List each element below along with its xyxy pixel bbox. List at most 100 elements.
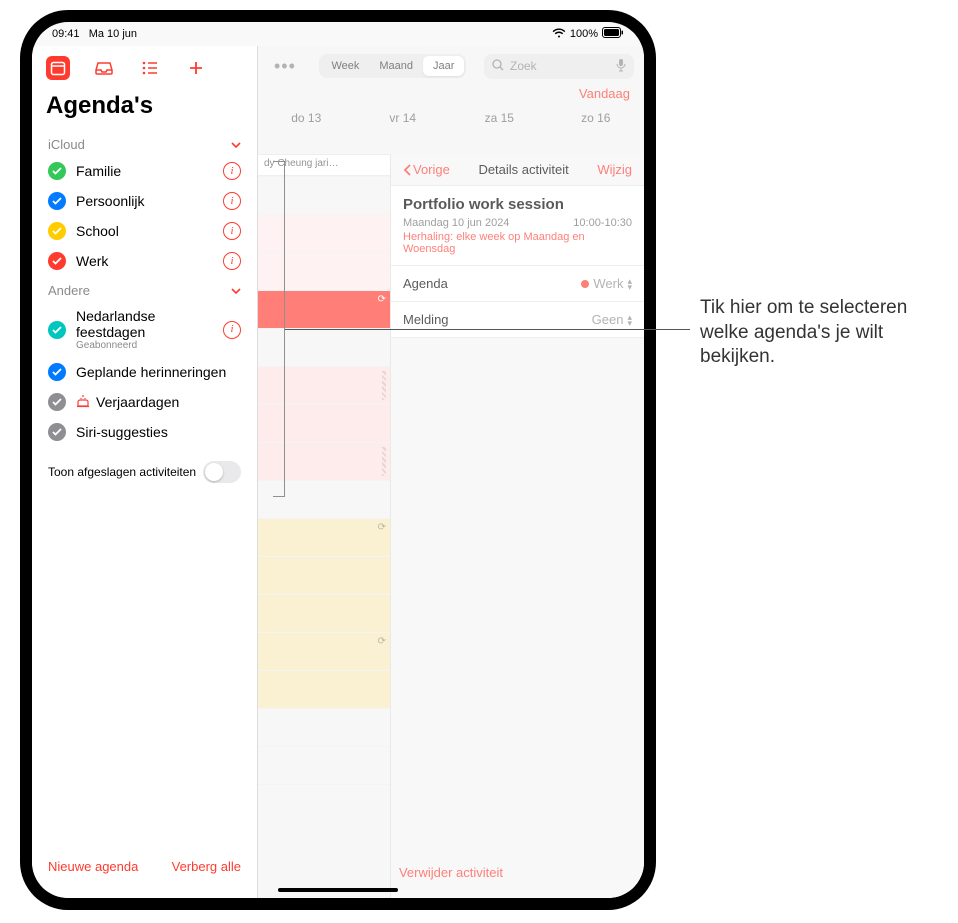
calendar-label: Familie bbox=[76, 163, 213, 179]
hide-all-button[interactable]: Verberg alle bbox=[172, 859, 241, 874]
calendar-label: School bbox=[76, 223, 213, 239]
detail-row-agenda[interactable]: Agenda Werk ▴▾ bbox=[391, 266, 644, 302]
view-segmented-control[interactable]: Week Maand Jaar bbox=[319, 54, 466, 78]
check-icon bbox=[48, 162, 66, 180]
repeat-icon: ⟳ bbox=[378, 294, 386, 305]
repeat-icon: ⟳ bbox=[378, 522, 386, 533]
battery-icon bbox=[602, 27, 624, 41]
callout-bracket bbox=[273, 161, 285, 497]
more-icon[interactable]: ••• bbox=[268, 56, 302, 77]
calendar-color-dot bbox=[581, 280, 589, 288]
edit-button[interactable]: Wijzig bbox=[597, 162, 632, 177]
calendar-label: Persoonlijk bbox=[76, 193, 213, 209]
sidebar-toolbar bbox=[32, 46, 257, 86]
sidebar-footer: Nieuwe agenda Verberg alle bbox=[32, 845, 257, 898]
calendar-sublabel: Geabonneerd bbox=[76, 340, 213, 351]
search-field[interactable]: Zoek bbox=[484, 54, 634, 79]
section-header[interactable]: iCloud bbox=[32, 130, 257, 156]
slot[interactable]: ⟳ bbox=[258, 632, 390, 670]
slot[interactable] bbox=[258, 746, 390, 784]
sidebar: Agenda's iCloudFamilieiPersoonlijkiSchoo… bbox=[32, 46, 258, 898]
calendar-item[interactable]: Familie i bbox=[32, 156, 257, 186]
row-value: Geen bbox=[592, 312, 624, 327]
event-recurrence: Herhaling: elke week op Maandag en Woens… bbox=[403, 231, 632, 255]
calendar-item[interactable]: Verjaardagen bbox=[32, 387, 257, 417]
event-date: Maandag 10 jun 2024 bbox=[403, 217, 509, 229]
slot[interactable] bbox=[258, 670, 390, 708]
status-time: 09:41 bbox=[52, 28, 80, 40]
calendar-label: Siri-suggesties bbox=[76, 424, 241, 440]
section-name: Andere bbox=[48, 283, 90, 298]
calendar-item[interactable]: Schooli bbox=[32, 216, 257, 246]
info-icon[interactable]: i bbox=[223, 321, 241, 339]
callout-line bbox=[285, 329, 690, 330]
seg-month[interactable]: Maand bbox=[369, 56, 423, 76]
detail-title: Details activiteit bbox=[478, 162, 568, 177]
slot[interactable] bbox=[258, 784, 390, 822]
day-2[interactable]: za 15 bbox=[451, 111, 548, 125]
today-button[interactable]: Vandaag bbox=[258, 82, 644, 107]
check-icon bbox=[48, 222, 66, 240]
callout-text: Tik hier om te selecteren welke agenda's… bbox=[700, 296, 930, 370]
check-icon bbox=[48, 192, 66, 210]
detail-header: Vorige Details activiteit Wijzig bbox=[391, 154, 644, 185]
check-icon bbox=[48, 423, 66, 441]
event-time: 10:00-10:30 bbox=[573, 217, 632, 229]
stepper-icon: ▴▾ bbox=[627, 314, 632, 326]
info-icon[interactable]: i bbox=[223, 162, 241, 180]
repeat-icon: ⟳ bbox=[378, 636, 386, 647]
wifi-icon bbox=[552, 28, 566, 41]
ipad-frame: 09:41 Ma 10 jun 100% bbox=[20, 10, 656, 910]
mic-icon[interactable] bbox=[616, 58, 626, 75]
section-header[interactable]: Andere bbox=[32, 276, 257, 302]
calendar-item[interactable]: Siri-suggesties bbox=[32, 417, 257, 447]
seg-year[interactable]: Jaar bbox=[423, 56, 464, 76]
check-icon bbox=[48, 321, 66, 339]
slot[interactable]: ⟳ bbox=[258, 518, 390, 556]
event-summary: Portfolio work session Maandag 10 jun 20… bbox=[391, 185, 644, 266]
row-label: Agenda bbox=[403, 276, 448, 291]
list-icon[interactable] bbox=[138, 56, 162, 80]
calendar-item[interactable]: Geplande herinneringen bbox=[32, 357, 257, 387]
status-left: 09:41 Ma 10 jun bbox=[52, 28, 137, 40]
add-icon[interactable] bbox=[184, 56, 208, 80]
seg-week[interactable]: Week bbox=[321, 56, 369, 76]
info-icon[interactable]: i bbox=[223, 222, 241, 240]
main-area: ••• Week Maand Jaar Zoek bbox=[258, 46, 644, 898]
back-button[interactable]: Vorige bbox=[403, 162, 450, 177]
calendar-icon[interactable] bbox=[46, 56, 70, 80]
detail-row-alert[interactable]: Melding Geen ▴▾ bbox=[391, 302, 644, 338]
birthday-icon bbox=[76, 394, 90, 411]
search-icon bbox=[492, 59, 504, 74]
day-0[interactable]: do 13 bbox=[258, 111, 355, 125]
declined-toggle-row: Toon afgeslagen activiteiten bbox=[32, 447, 257, 489]
battery-percent: 100% bbox=[570, 28, 598, 40]
calendar-item[interactable]: Persoonlijk i bbox=[32, 186, 257, 216]
status-bar: 09:41 Ma 10 jun 100% bbox=[32, 22, 644, 46]
delete-event-button[interactable]: Verwijder activiteit bbox=[258, 865, 644, 880]
inbox-icon[interactable] bbox=[92, 56, 116, 80]
slot[interactable] bbox=[258, 708, 390, 746]
declined-toggle[interactable] bbox=[203, 461, 241, 483]
home-indicator[interactable] bbox=[278, 888, 398, 892]
info-icon[interactable]: i bbox=[223, 192, 241, 210]
new-calendar-button[interactable]: Nieuwe agenda bbox=[48, 859, 138, 874]
chevron-down-icon bbox=[231, 282, 241, 298]
calendar-item[interactable]: Werki bbox=[32, 246, 257, 276]
sidebar-title: Agenda's bbox=[32, 86, 257, 130]
detail-panel: Vorige Details activiteit Wijzig Portfol… bbox=[390, 154, 644, 898]
chevron-down-icon bbox=[231, 136, 241, 152]
day-3[interactable]: zo 16 bbox=[548, 111, 645, 125]
slot[interactable] bbox=[258, 594, 390, 632]
info-icon[interactable]: i bbox=[223, 252, 241, 270]
row-value: Werk bbox=[593, 276, 623, 291]
day-1[interactable]: vr 14 bbox=[355, 111, 452, 125]
calendar-item[interactable]: Nedarlandse feestdagenGeabonneerdi bbox=[32, 302, 257, 357]
slot[interactable] bbox=[258, 556, 390, 594]
calendar-label: Werk bbox=[76, 253, 213, 269]
check-icon bbox=[48, 393, 66, 411]
status-right: 100% bbox=[552, 27, 624, 41]
back-label: Vorige bbox=[413, 162, 450, 177]
search-placeholder: Zoek bbox=[510, 59, 537, 73]
main-toolbar: ••• Week Maand Jaar Zoek bbox=[258, 46, 644, 82]
